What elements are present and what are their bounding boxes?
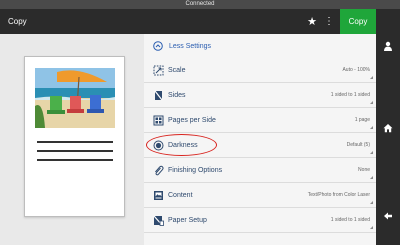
caret-icon	[370, 126, 373, 129]
darkness-icon	[153, 140, 164, 151]
scale-icon	[153, 65, 164, 76]
preview-pane	[0, 34, 144, 245]
setting-value: 1 page	[354, 117, 370, 123]
setting-label: Pages per Side	[168, 117, 216, 124]
setting-value: 1 sided to 1 sided	[330, 92, 370, 98]
setting-row-darkness[interactable]: Darkness Default (5)	[144, 133, 376, 158]
setting-row-sides[interactable]: Sides 1 sided to 1 sided	[144, 83, 376, 108]
caret-icon	[370, 201, 373, 204]
setting-row-scale[interactable]: Scale Auto - 100%	[144, 58, 376, 83]
setting-label: Content	[168, 192, 193, 199]
text-lines-preview	[37, 141, 113, 168]
content-icon	[153, 190, 164, 201]
caret-icon	[370, 176, 373, 179]
setting-value: Auto - 100%	[342, 67, 370, 73]
beach-chairs-image	[35, 68, 115, 128]
paper-setup-icon	[153, 215, 164, 226]
paperclip-icon	[153, 165, 164, 176]
setting-label: Sides	[168, 92, 186, 99]
sides-icon	[153, 90, 164, 101]
caret-icon	[370, 226, 373, 229]
right-rail	[376, 9, 400, 245]
setting-label: Scale	[168, 67, 186, 74]
more-menu-icon[interactable]: ⋮	[322, 9, 336, 34]
setting-value: Default (5)	[346, 142, 370, 148]
setting-label: Finishing Options	[168, 167, 223, 174]
back-arrow-icon[interactable]	[376, 204, 400, 228]
home-icon[interactable]	[376, 116, 400, 140]
caret-icon	[370, 101, 373, 104]
status-bar: Connected	[0, 0, 400, 9]
app-header: Copy ★ ⋮ Copy	[0, 9, 376, 34]
setting-value: 1 sided to 1 sided	[330, 217, 370, 223]
setting-row-paper-setup[interactable]: Paper Setup 1 sided to 1 sided	[144, 208, 376, 233]
less-settings-button[interactable]: Less Settings	[144, 34, 376, 58]
caret-icon	[370, 151, 373, 154]
page-preview	[24, 56, 125, 217]
setting-value: Text/Photo from Color Laser	[307, 192, 370, 198]
setting-row-finishing-options[interactable]: Finishing Options None	[144, 158, 376, 183]
less-settings-label: Less Settings	[169, 42, 212, 50]
setting-label: Paper Setup	[168, 217, 207, 224]
user-icon[interactable]	[376, 34, 400, 58]
copy-button[interactable]: Copy	[340, 9, 376, 34]
setting-label: Darkness	[168, 142, 198, 149]
setting-row-content[interactable]: Content Text/Photo from Color Laser	[144, 183, 376, 208]
setting-row-pages-per-side[interactable]: Pages per Side 1 page	[144, 108, 376, 133]
chevron-up-icon	[153, 41, 163, 51]
star-icon[interactable]: ★	[304, 9, 320, 34]
setting-value: None	[358, 167, 370, 173]
pages-per-side-icon	[153, 115, 164, 126]
app-title: Copy	[8, 17, 27, 26]
caret-icon	[370, 76, 373, 79]
settings-panel: Less Settings Scale Auto - 100% Sides 1 …	[144, 34, 376, 245]
